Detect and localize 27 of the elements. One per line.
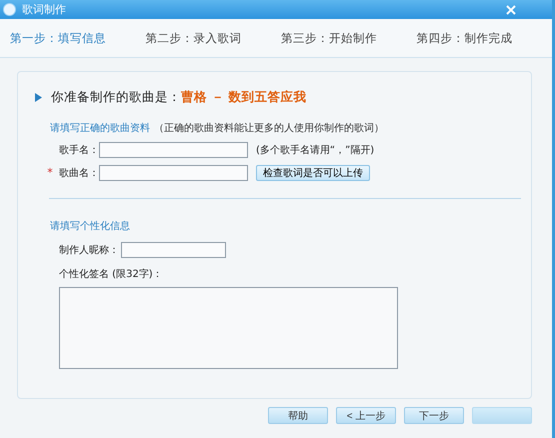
- field-hint: (多个歌手名请用“，”隔开): [256, 144, 374, 156]
- signature-area[interactable]: [59, 287, 398, 369]
- app-logo-icon: [3, 3, 16, 16]
- field-label: 制作人昵称：: [59, 244, 120, 256]
- step-tab[interactable]: 第二步：录入歌词: [146, 30, 281, 46]
- text-field[interactable]: [121, 242, 226, 258]
- field-label: 歌曲名：: [59, 166, 99, 180]
- check-button[interactable]: 检查歌词是否可以上传: [256, 164, 370, 180]
- nav-button[interactable]: 帮助: [268, 407, 328, 424]
- section-title: 请填写个性化信息: [50, 221, 130, 232]
- step-tab[interactable]: 第四步：制作完成: [416, 30, 552, 46]
- heading-label: 你准备制作的歌曲是：: [51, 89, 181, 106]
- field-label: 个性化签名 (限32字)：: [59, 268, 164, 281]
- section-note: （正确的歌曲资料能让更多的人使用你制作的歌词）: [154, 123, 384, 134]
- close-icon[interactable]: [506, 4, 516, 14]
- nav-button[interactable]: < 上一步: [336, 407, 396, 424]
- text-field[interactable]: [99, 164, 248, 180]
- step-tab[interactable]: 第三步：开始制作: [281, 30, 416, 46]
- song-title: 曹格 － 数到五答应我: [181, 89, 307, 106]
- section-title: 请填写正确的歌曲资料: [50, 123, 150, 134]
- triangle-icon: [35, 93, 42, 102]
- text-field[interactable]: [99, 142, 248, 158]
- required-mark: *: [47, 166, 53, 179]
- window-title: 歌词制作: [22, 2, 67, 17]
- nav-button[interactable]: 下一步: [404, 407, 464, 424]
- field-label: 歌手名：: [59, 144, 99, 156]
- step-tab[interactable]: 第一步：填写信息: [10, 30, 146, 46]
